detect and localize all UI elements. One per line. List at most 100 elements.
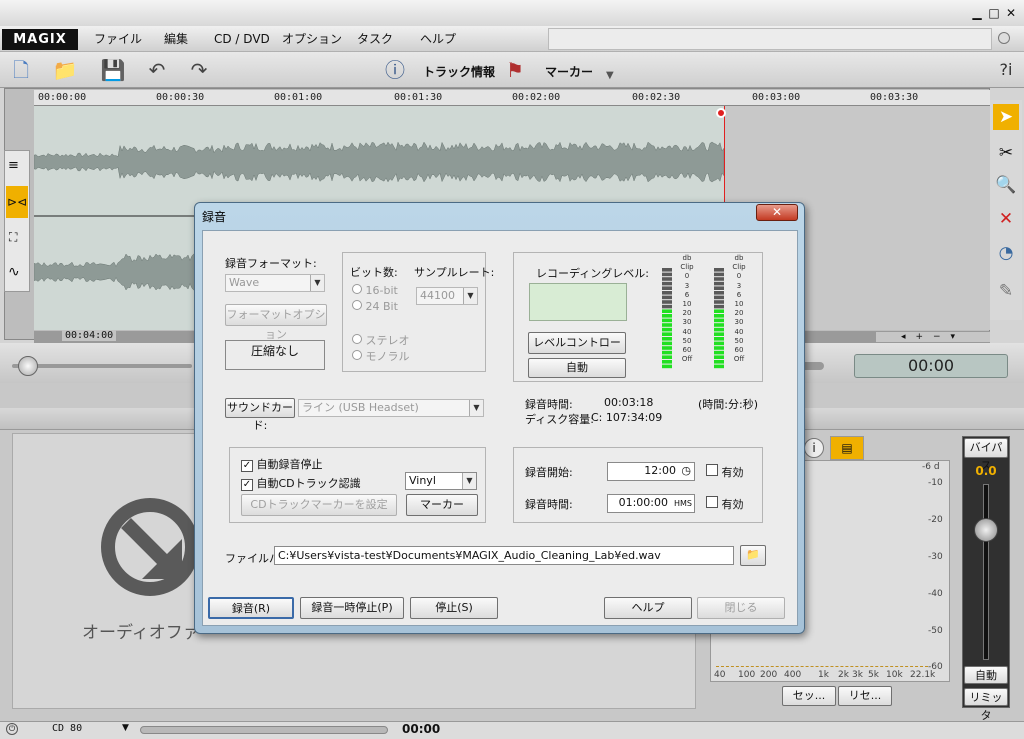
spec-freq-label: 22.1k (910, 670, 936, 680)
radio-icon (352, 334, 362, 344)
level-control-button[interactable]: レベルコントロール (528, 332, 626, 369)
menu-file[interactable]: ファイル (94, 31, 142, 47)
soundcard-select[interactable]: ライン (USB Headset) ▼ (298, 399, 484, 417)
meter-segment (662, 346, 672, 350)
format-select[interactable]: Wave ▼ (225, 274, 325, 292)
analyzer-settings-button[interactable]: セッ... (782, 686, 836, 706)
meter-scale-tick: Clip (732, 263, 746, 272)
meter-segment (662, 327, 672, 332)
dialog-close-icon[interactable]: ✕ (756, 204, 798, 221)
info-icon[interactable]: i (804, 438, 824, 458)
format-options-button[interactable]: フォーマットオプション (225, 304, 327, 341)
stop-button[interactable]: 停止(S) (410, 597, 498, 619)
bit-depth-label: ビット数: (350, 266, 398, 279)
analyzer-view-icon[interactable]: ▤ (830, 436, 864, 460)
wave-icon[interactable]: ∿ (8, 264, 20, 280)
new-file-icon[interactable]: 🗋 (8, 57, 34, 83)
cd-size-dropdown-icon[interactable]: ▼ (122, 723, 129, 733)
menu-cd-dvd[interactable]: CD / DVD (214, 31, 270, 47)
auto-level-button[interactable]: 自動 (528, 358, 626, 378)
menu-options[interactable]: オプション (282, 31, 342, 47)
pencil-icon[interactable]: ✎ (993, 278, 1019, 304)
meter-scale-tick: 3 (736, 281, 742, 290)
auto-cd-checkbox[interactable]: ✓ 自動CDトラック認識 (241, 475, 361, 491)
radio-stereo[interactable]: ステレオ (352, 332, 410, 348)
duration-label: 録音時間: (525, 498, 573, 511)
start-valid-checkbox[interactable]: 有効 (706, 464, 744, 480)
bypass-value: 0.0 (975, 464, 997, 478)
close-icon[interactable]: ✕ (1004, 6, 1018, 20)
redo-icon[interactable]: ↷ (186, 57, 212, 83)
split-view-icon[interactable]: ⊳⊲ (6, 186, 28, 218)
delete-icon[interactable]: ✕ (993, 206, 1019, 232)
spec-freq-label: 100 (738, 670, 756, 680)
bypass-button[interactable]: バイパス (964, 438, 1008, 472)
menu-help[interactable]: ヘルプ (420, 31, 456, 47)
marker-button[interactable]: マーカー (406, 494, 478, 516)
window-titlebar (0, 0, 1024, 26)
cd-detection-select[interactable]: Vinyl ▼ (405, 472, 477, 490)
track-info-label[interactable]: トラック情報 (423, 63, 495, 80)
sample-rate-select[interactable]: 44100 ▼ (416, 287, 478, 305)
ruler-tick: 00:02:30 (632, 92, 681, 103)
menu-edit[interactable]: 編集 (164, 31, 188, 47)
master-fader-knob[interactable] (974, 518, 998, 542)
meter-segment (714, 318, 724, 323)
track-info-icon[interactable]: ⓘ (382, 57, 408, 83)
position-slider-knob[interactable] (18, 356, 38, 376)
position-slider[interactable] (12, 364, 192, 368)
help-icon[interactable]: ?i (993, 57, 1019, 83)
zoom-icon[interactable]: 🔍 (993, 172, 1019, 198)
meter-scale-tick: 50 (734, 336, 744, 345)
radio-16bit[interactable]: 16-bit (352, 284, 398, 297)
filepath-input[interactable]: C:¥Users¥vista-test¥Documents¥MAGIX_Audi… (274, 546, 734, 565)
auto-button[interactable]: 自動 (964, 666, 1008, 684)
scissors-icon[interactable]: ✂ (993, 140, 1019, 166)
auto-stop-checkbox[interactable]: ✓ 自動録音停止 (241, 456, 323, 472)
spec-freq-label: 3k (852, 670, 863, 680)
power-icon[interactable]: ⏻ (6, 723, 18, 735)
marker-dropdown-icon[interactable]: ▼ (606, 70, 614, 81)
minimize-icon[interactable]: ▁ (970, 6, 984, 20)
clock-icon[interactable]: ◔ (993, 240, 1019, 266)
zoom-buttons[interactable]: ◂+−▾ (876, 332, 990, 342)
start-time-input[interactable]: 12:00 ◷ (607, 462, 695, 481)
record-button[interactable]: 録音(R) (208, 597, 294, 619)
list-view-icon[interactable]: ≡ (8, 158, 19, 173)
import-arrow-icon (101, 498, 199, 596)
ruler-tick: 00:01:00 (274, 92, 323, 103)
soundcard-button[interactable]: サウンドカード: (225, 398, 295, 432)
undo-icon[interactable]: ↶ (144, 57, 170, 83)
close-button[interactable]: 閉じる (697, 597, 785, 619)
analyzer-reset-button[interactable]: リセ... (838, 686, 892, 706)
menu-tasks[interactable]: タスク (357, 31, 393, 47)
radio-24bit[interactable]: 24 Bit (352, 300, 398, 313)
time-display: 00:00 (854, 354, 1008, 378)
set-cd-marker-button[interactable]: CDトラックマーカーを設定 (241, 494, 397, 516)
marker-label[interactable]: マーカー (545, 63, 593, 80)
meter-segment (714, 295, 724, 300)
duration-input[interactable]: 01:00:00 HMS (607, 494, 695, 513)
duration-valid-checkbox[interactable]: 有効 (706, 496, 744, 512)
limiter-button[interactable]: リミッタ (964, 688, 1008, 722)
help-button[interactable]: ヘルプ (604, 597, 692, 619)
meter-scale-tick: db (682, 254, 692, 262)
pause-record-button[interactable]: 録音一時停止(P) (300, 597, 404, 619)
meter-scale-tick: Off (681, 355, 693, 364)
playhead-marker[interactable] (716, 108, 726, 118)
master-fader-track[interactable] (983, 484, 989, 660)
radio-mono-label: モノラル (365, 350, 410, 363)
radio-mono[interactable]: モノラル (352, 348, 410, 364)
marker-icon[interactable]: ⚑ (502, 57, 528, 83)
meter-segment (662, 318, 672, 323)
browse-folder-icon[interactable]: 📁 (740, 545, 766, 566)
zoom-fit-icon[interactable]: ⛶ (9, 230, 17, 245)
maximize-icon[interactable]: □ (987, 6, 1001, 20)
open-folder-icon[interactable]: 📁 (52, 57, 78, 83)
radio-24bit-label: 24 Bit (365, 300, 398, 313)
clock-icon[interactable]: ◷ (681, 463, 691, 479)
meter-segment (714, 291, 724, 295)
save-icon[interactable]: 💾 (100, 57, 126, 83)
meter-scale-tick: 6 (684, 290, 690, 299)
pointer-tool-icon[interactable]: ➤ (993, 104, 1019, 130)
